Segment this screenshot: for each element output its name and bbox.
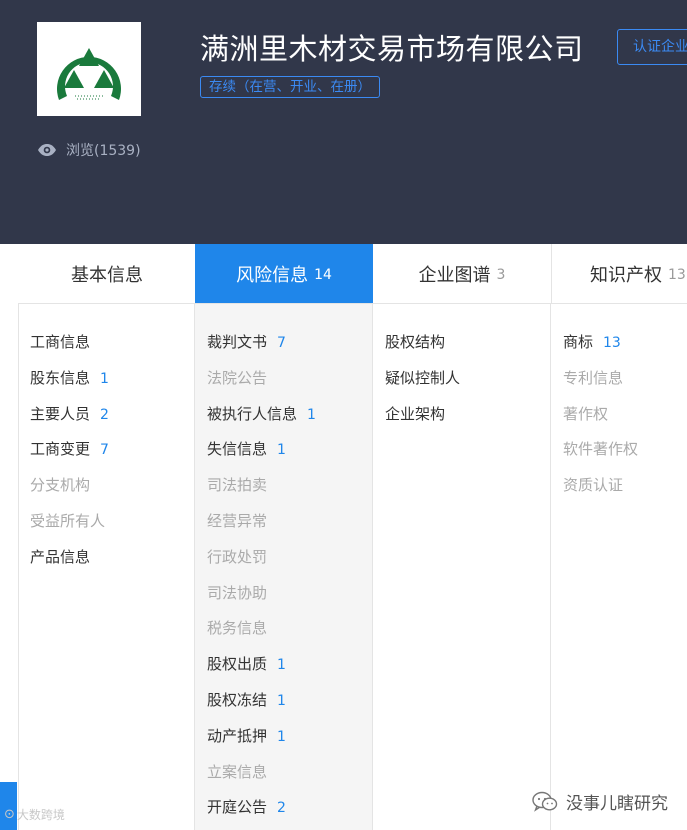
certify-company-button[interactable]: 认证企业	[617, 29, 687, 65]
tab-label: 基本信息	[71, 264, 143, 286]
eye-icon	[38, 144, 56, 156]
basic-item[interactable]: 受益所有人	[30, 510, 105, 532]
item-count: 1	[277, 442, 286, 459]
item-label: 股权结构	[385, 333, 446, 351]
item-label: 税务信息	[207, 619, 268, 638]
risk-item[interactable]: 股权冻结 1	[207, 689, 286, 711]
basic-item[interactable]: 分支机构	[30, 474, 90, 496]
basic-item[interactable]: 股东信息 1	[30, 367, 109, 389]
tab-label: 企业图谱	[418, 264, 491, 286]
item-label: 产品信息	[30, 547, 91, 566]
item-label: 裁判文书	[207, 333, 268, 351]
watermark-logo-icon: ⊙	[4, 807, 15, 822]
risk-item[interactable]: 裁判文书 7	[207, 331, 286, 353]
ip-item[interactable]: 资质认证	[563, 474, 623, 496]
watermark-right-text: 没事儿瞎研究	[566, 794, 668, 814]
item-count: 1	[277, 693, 286, 709]
item-label: 失信信息	[207, 440, 268, 459]
item-count: 1	[100, 370, 109, 387]
graph-item[interactable]: 疑似控制人	[385, 367, 460, 389]
item-label: 开庭公告	[207, 798, 268, 817]
tab-count: 3	[496, 266, 506, 283]
risk-item[interactable]: 税务信息	[207, 617, 267, 639]
item-label: 被执行人信息	[207, 404, 298, 423]
risk-item[interactable]: 开庭公告 2	[207, 796, 286, 818]
item-label: 股权出质	[207, 655, 268, 674]
item-label: 受益所有人	[30, 512, 106, 530]
item-count: 1	[277, 728, 286, 745]
item-count: 13	[603, 335, 621, 351]
risk-item[interactable]: 被执行人信息 1	[207, 403, 316, 425]
risk-item[interactable]: 动产抵押 1	[207, 725, 286, 747]
item-label: 法院公告	[207, 368, 268, 387]
risk-item[interactable]: 司法拍卖	[207, 474, 267, 496]
company-header: 满洲里木材交易市场有限公司 存续（在营、开业、在册） 认证企业 浏览(1539)	[0, 0, 687, 244]
tab-risk-info[interactable]: 风险信息 14	[195, 244, 373, 303]
company-logo	[37, 22, 141, 116]
item-label: 商标	[563, 333, 594, 351]
risk-item[interactable]: 股权出质 1	[207, 653, 286, 675]
item-label: 行政处罚	[207, 547, 268, 566]
tab-count: 14	[314, 266, 332, 283]
item-label: 股权冻结	[207, 691, 268, 709]
tab-label: 风险信息	[236, 264, 309, 286]
item-label: 动产抵押	[207, 726, 268, 745]
tab-basic-info[interactable]: 基本信息	[18, 244, 196, 303]
item-label: 软件著作权	[563, 440, 639, 459]
basic-item[interactable]: 主要人员 2	[30, 403, 109, 425]
ip-item[interactable]: 著作权	[563, 403, 608, 425]
status-badge: 存续（在营、开业、在册）	[200, 76, 380, 98]
item-count: 7	[277, 335, 286, 351]
views-label: 浏览(1539)	[66, 143, 141, 159]
tab-intellectual-property[interactable]: 知识产权 13	[551, 244, 687, 303]
basic-item[interactable]: 工商变更 7	[30, 438, 109, 460]
item-label: 经营异常	[207, 512, 268, 530]
risk-item[interactable]: 失信信息 1	[207, 438, 286, 460]
basic-item[interactable]: 产品信息	[30, 546, 90, 568]
item-label: 股东信息	[30, 368, 91, 387]
item-label: 疑似控制人	[385, 368, 461, 387]
risk-item[interactable]: 经营异常	[207, 510, 267, 532]
basic-item[interactable]: 工商信息	[30, 331, 90, 353]
item-count: 1	[277, 657, 286, 674]
graph-item[interactable]: 股权结构	[385, 331, 445, 353]
watermark-left-text: 大数跨境	[16, 808, 65, 822]
tab-label: 知识产权	[590, 264, 662, 286]
item-label: 分支机构	[30, 476, 91, 495]
watermark-left: ⊙ 大数跨境	[4, 806, 65, 823]
risk-item[interactable]: 行政处罚	[207, 546, 267, 568]
tab-enterprise-graph[interactable]: 企业图谱 3	[373, 244, 551, 303]
item-label: 立案信息	[207, 762, 268, 781]
item-label: 工商变更	[30, 440, 91, 459]
item-label: 专利信息	[563, 368, 624, 387]
watermark-right: 没事儿瞎研究	[532, 789, 668, 814]
ip-item[interactable]: 商标 13	[563, 331, 621, 353]
risk-item[interactable]: 法院公告	[207, 367, 267, 389]
item-count: 2	[277, 800, 286, 817]
ip-item[interactable]: 软件著作权	[563, 438, 638, 460]
item-count: 2	[100, 406, 109, 423]
item-label: 司法拍卖	[207, 476, 268, 495]
risk-item[interactable]: 立案信息	[207, 761, 267, 783]
item-label: 企业架构	[385, 404, 446, 423]
item-label: 主要人员	[30, 404, 91, 423]
item-count: 1	[307, 406, 316, 423]
company-name: 满洲里木材交易市场有限公司	[200, 32, 584, 66]
ip-item[interactable]: 专利信息	[563, 367, 623, 389]
wechat-icon	[532, 791, 558, 812]
graph-item[interactable]: 企业架构	[385, 403, 445, 425]
item-label: 著作权	[563, 404, 609, 423]
views-counter: 浏览(1539)	[37, 140, 141, 160]
item-label: 资质认证	[563, 476, 624, 495]
item-label: 工商信息	[30, 333, 91, 351]
item-label: 司法协助	[207, 583, 268, 602]
item-count: 7	[100, 442, 109, 459]
risk-item[interactable]: 司法协助	[207, 582, 267, 604]
section-tabs: 基本信息 风险信息 14 企业图谱 3 知识产权 13	[18, 244, 687, 304]
tab-count: 13	[668, 266, 686, 283]
